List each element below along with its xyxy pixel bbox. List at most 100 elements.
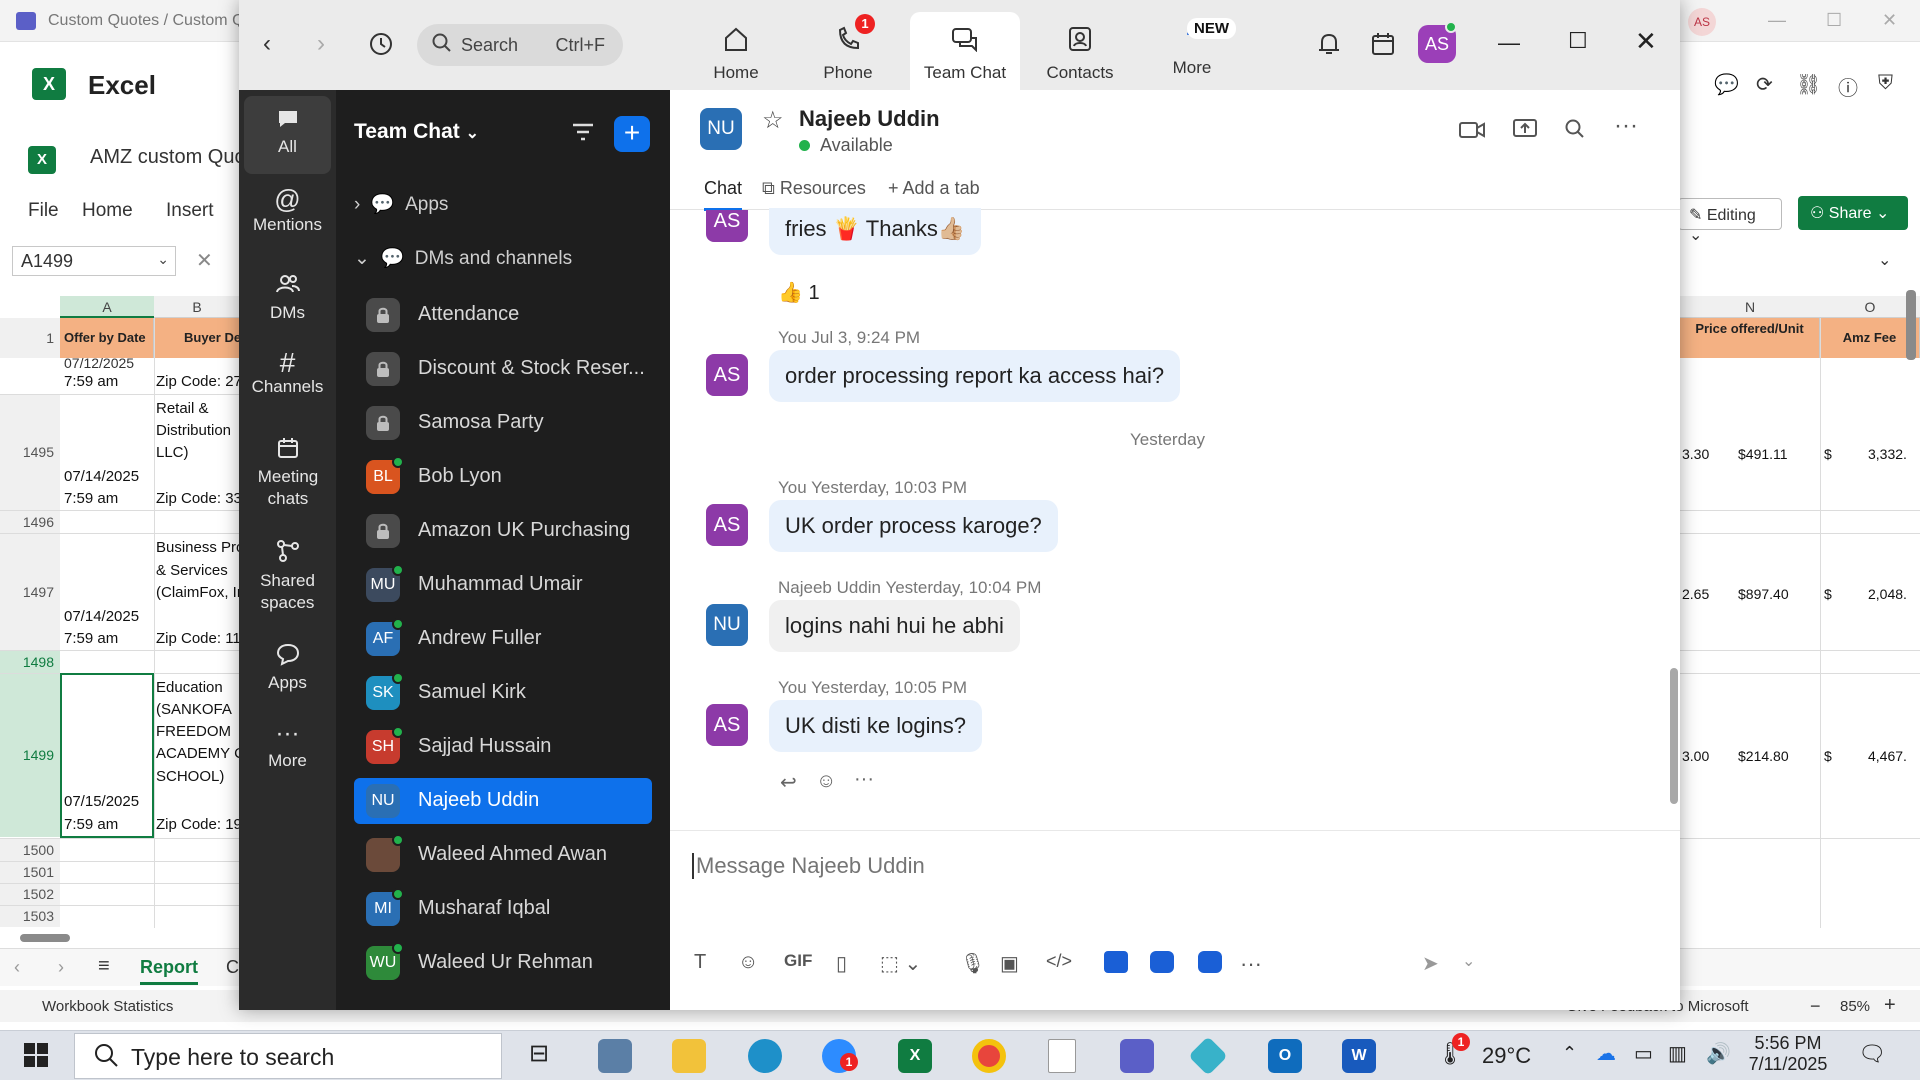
apps-section[interactable]: › 💬 Apps (354, 192, 448, 216)
row-number[interactable]: 1502 (0, 883, 60, 905)
link-icon[interactable]: ⛓ (1796, 72, 1821, 97)
video-message-icon[interactable]: ▣ (1000, 951, 1019, 976)
cell-amz-fee[interactable]: 2,048. (1868, 583, 1907, 605)
message-input[interactable] (692, 853, 1652, 879)
cell-buyer-line[interactable]: FREEDOM (156, 721, 231, 743)
dms-section[interactable]: ⌄ 💬 DMs and channels (354, 246, 572, 270)
cell-zip[interactable]: Zip Code: 33 (156, 488, 242, 510)
tab-team-chat[interactable]: Team Chat (910, 12, 1020, 90)
bell-icon[interactable] (1315, 30, 1343, 63)
row-number[interactable]: 1496 (0, 511, 60, 533)
rail-apps[interactable]: Apps (244, 642, 331, 694)
channel-item[interactable]: Waleed Ahmed Awan (354, 832, 652, 878)
app-icon-1[interactable] (1104, 951, 1128, 973)
excel-app-icon[interactable]: X (898, 1039, 932, 1073)
outlook-app-icon[interactable]: O (1268, 1039, 1302, 1073)
row-number[interactable]: 1495 (0, 395, 60, 510)
cell-price[interactable]: $897.40 (1738, 583, 1789, 605)
formula-expand-icon[interactable]: ⌄ (1878, 250, 1891, 270)
tab-more[interactable]: ·· More NEW (1137, 12, 1247, 90)
notifications-icon[interactable]: 🗨 (1858, 1041, 1886, 1067)
onedrive-icon[interactable]: ☁ (1596, 1041, 1616, 1066)
channel-item[interactable]: MU Muhammad Umair (354, 562, 652, 608)
share-screen-icon[interactable] (1512, 118, 1538, 145)
app-icon-2[interactable] (1150, 951, 1174, 973)
channel-item[interactable]: WU Waleed Ur Rehman (354, 940, 652, 986)
header-cell-amz-fee[interactable]: Amz Fee (1820, 318, 1920, 358)
cell-amz-fee[interactable]: 3,332. (1868, 443, 1907, 465)
channel-item[interactable]: Discount & Stock Reser... (354, 346, 652, 392)
message-bubble[interactable]: fries 🍟 Thanks👍🏼 (769, 208, 982, 255)
screenshot-icon[interactable]: ⬚ ⌄ (880, 951, 921, 976)
send-icon[interactable]: ➤ (1422, 951, 1439, 976)
cell-buyer-line[interactable]: LLC) (156, 442, 189, 464)
cell-buyer-line[interactable]: SCHOOL) (156, 766, 224, 788)
tab-home[interactable]: Home (681, 12, 791, 90)
cell-currency[interactable]: $ (1824, 745, 1832, 767)
cell-zip[interactable]: Zip Code: 19 (156, 814, 242, 836)
cancel-formula-icon[interactable]: ✕ (196, 248, 213, 273)
row-number[interactable]: 1500 (0, 839, 60, 861)
cell-time[interactable]: 7:59 am (64, 488, 118, 510)
cell-price[interactable]: $491.11 (1738, 443, 1788, 465)
notepad-app-icon[interactable] (1048, 1039, 1076, 1073)
horizontal-scrollbar[interactable] (20, 934, 70, 942)
volume-icon[interactable]: 🔊 (1706, 1041, 1731, 1066)
history-icon[interactable] (367, 30, 395, 63)
column-header-o[interactable]: O (1820, 296, 1920, 318)
column-header-b[interactable]: B (154, 296, 240, 318)
menu-file[interactable]: File (28, 200, 59, 222)
row-number[interactable]: 1 (0, 318, 60, 358)
sheet-tab-report[interactable]: Report (140, 957, 198, 985)
gif-button[interactable]: GIF (784, 951, 812, 971)
info-icon[interactable]: ⓘ (1838, 72, 1858, 101)
cell-prev-col[interactable]: 3.00 (1682, 745, 1709, 767)
file-explorer-icon[interactable] (672, 1039, 706, 1073)
header-cell-price[interactable]: Price offered/Unit (1680, 318, 1820, 358)
text-format-icon[interactable]: T (694, 951, 706, 974)
battery-icon[interactable]: ▭ (1634, 1041, 1653, 1066)
chevron-up-icon[interactable]: ⌃ (1562, 1043, 1577, 1064)
sheet-tab-next[interactable]: C (226, 957, 239, 978)
row-number[interactable]: 1497 (0, 534, 60, 650)
column-header-n[interactable]: N (1680, 296, 1820, 318)
channel-item[interactable]: NU Najeeb Uddin (354, 778, 652, 824)
sender-avatar[interactable]: AS (706, 704, 748, 746)
cell-time[interactable]: 7:59 am (64, 371, 118, 393)
channel-item[interactable]: SH Sajjad Hussain (354, 724, 652, 770)
team-chat-dropdown[interactable]: Team Chat ⌄ (354, 120, 479, 144)
menu-home[interactable]: Home (82, 200, 133, 222)
close-icon[interactable]: ✕ (1635, 26, 1657, 57)
channel-item[interactable]: Samosa Party (354, 400, 652, 446)
cell-time[interactable]: 7:59 am (64, 814, 118, 836)
weather-temperature[interactable]: 29°C (1482, 1043, 1531, 1069)
rail-dms[interactable]: DMs (244, 272, 331, 324)
cell-buyer-line[interactable]: Distribution (156, 420, 231, 442)
channel-item[interactable]: SK Samuel Kirk (354, 670, 652, 716)
message-bubble[interactable]: UK order process karoge? (769, 500, 1058, 552)
refresh-icon[interactable]: ⟳ (1756, 72, 1773, 97)
minimize-icon[interactable]: — (1768, 10, 1786, 31)
channel-item[interactable]: MI Musharaf Iqbal (354, 886, 652, 932)
minimize-icon[interactable]: — (1498, 30, 1520, 56)
cell-zip[interactable]: Zip Code: 11 (156, 628, 241, 650)
edge-browser-icon[interactable] (748, 1039, 782, 1073)
cell-date[interactable]: 07/15/2025 (64, 791, 139, 813)
header-cell-buyer[interactable]: Buyer De (154, 318, 240, 358)
message-more-icon[interactable]: ··· (854, 768, 874, 791)
channel-item[interactable]: BL Bob Lyon (354, 454, 652, 500)
rail-shared-spaces[interactable]: Shared spaces (244, 538, 331, 614)
video-icon[interactable] (1458, 120, 1486, 145)
contact-name[interactable]: Najeeb Uddin (799, 106, 940, 132)
rail-all[interactable]: All (244, 96, 331, 174)
message-bubble[interactable]: order processing report ka access hai? (769, 350, 1181, 402)
zoom-in-icon[interactable]: + (1884, 994, 1896, 1017)
next-sheet-icon[interactable]: › (58, 957, 64, 978)
cell-date[interactable]: 07/14/2025 (64, 606, 139, 628)
chevron-down-icon[interactable]: ⌄ (157, 251, 169, 268)
word-app-icon[interactable]: W (1342, 1039, 1376, 1073)
reaction-thumbs-up[interactable]: 👍 1 (778, 280, 820, 305)
windows-start-icon[interactable] (24, 1043, 48, 1072)
editing-mode-button[interactable]: ✎ Editing ⌄ (1678, 198, 1782, 244)
workbook-statistics[interactable]: Workbook Statistics (42, 998, 173, 1015)
